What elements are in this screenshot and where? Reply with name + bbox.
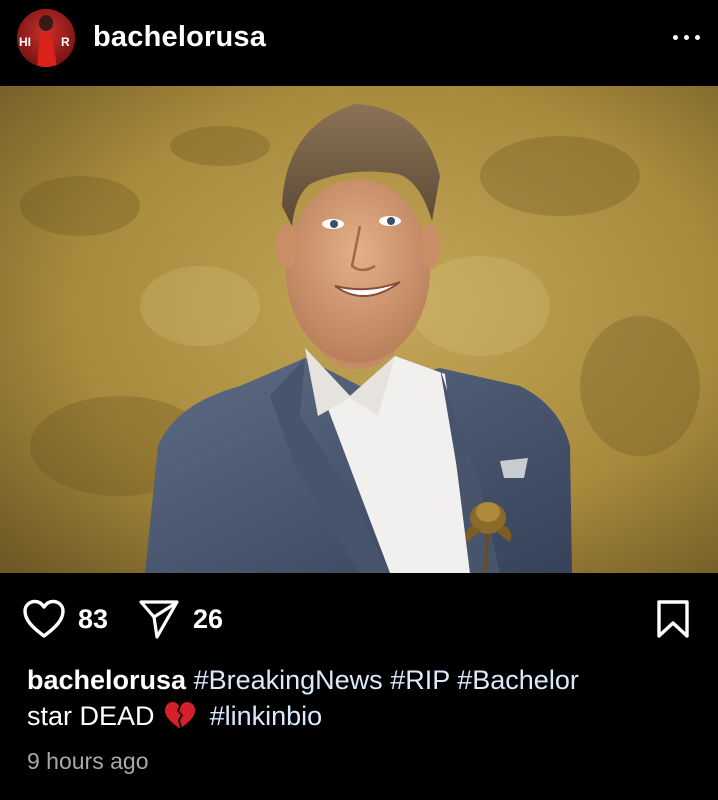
post-image xyxy=(0,86,718,573)
action-bar: 83 26 xyxy=(0,573,718,663)
post-caption: bachelorusa #BreakingNews #RIP #Bachelor… xyxy=(27,662,697,734)
heart-icon xyxy=(23,599,65,638)
post-timestamp: 9 hours ago xyxy=(27,748,149,774)
broken-heart-icon xyxy=(164,701,196,729)
post-header: HI R bachelorusa xyxy=(0,0,718,86)
more-options-button[interactable] xyxy=(660,30,700,44)
caption-line-2: star DEAD #linkinbio xyxy=(27,698,697,734)
svg-text:HI: HI xyxy=(19,35,31,49)
more-dot-icon xyxy=(684,34,689,40)
save-button[interactable] xyxy=(655,599,691,639)
hashtag-link[interactable]: #Bachelor xyxy=(457,665,579,695)
caption-text: star DEAD xyxy=(27,701,155,731)
avatar-image: HI R xyxy=(17,9,75,67)
send-icon xyxy=(139,600,179,639)
caption-line-1: bachelorusa #BreakingNews #RIP #Bachelor xyxy=(27,662,697,698)
post-username[interactable]: bachelorusa xyxy=(93,20,266,54)
like-button[interactable] xyxy=(22,599,66,639)
post-photo[interactable] xyxy=(0,86,718,573)
bookmark-icon xyxy=(657,600,689,638)
avatar[interactable]: HI R xyxy=(17,9,75,67)
hashtag-link[interactable]: #BreakingNews xyxy=(194,665,383,695)
more-dot-icon xyxy=(695,34,700,40)
hashtag-link[interactable]: #linkinbio xyxy=(210,701,323,731)
share-button[interactable] xyxy=(138,598,180,640)
like-count[interactable]: 83 xyxy=(78,603,108,635)
share-count[interactable]: 26 xyxy=(193,603,223,635)
caption-username[interactable]: bachelorusa xyxy=(27,665,186,695)
hashtag-link[interactable]: #RIP xyxy=(390,665,450,695)
svg-text:R: R xyxy=(61,35,70,49)
more-dot-icon xyxy=(673,34,678,40)
